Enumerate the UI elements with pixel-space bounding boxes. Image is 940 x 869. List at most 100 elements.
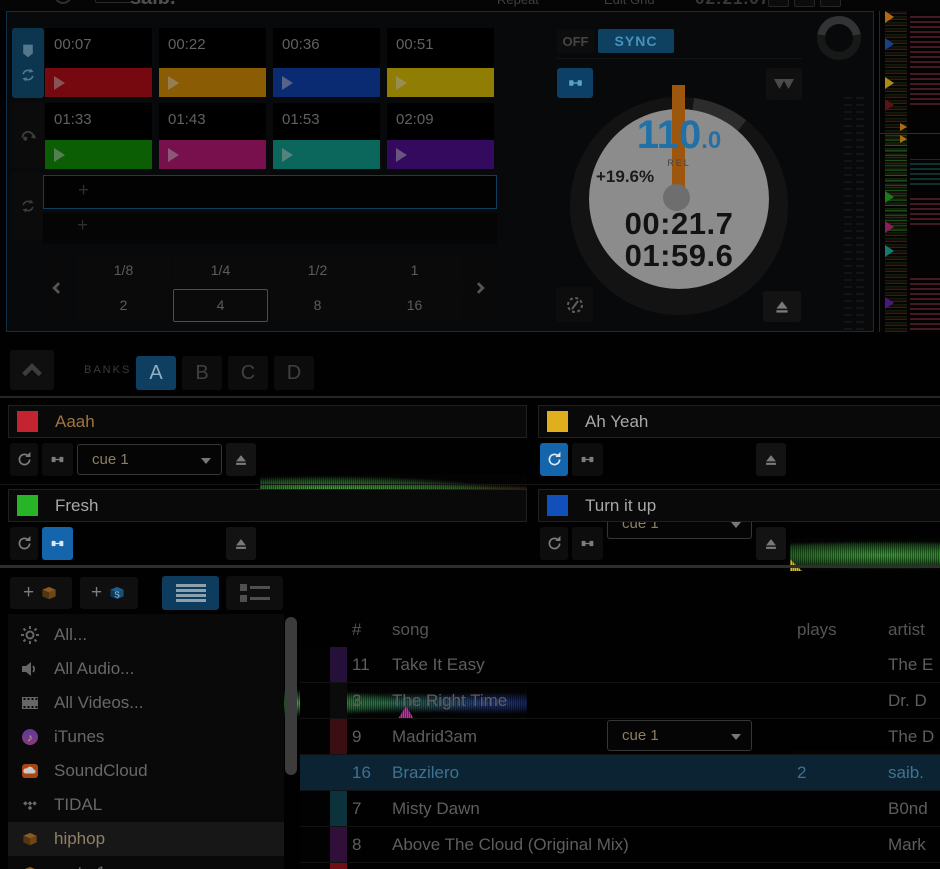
repeat-button[interactable]: Repeat: [497, 0, 539, 7]
bank-b-button[interactable]: B: [182, 356, 222, 390]
loop-size-4[interactable]: 4: [173, 289, 268, 322]
cue-pad-6[interactable]: 01:43: [159, 103, 266, 169]
cue-color-bar[interactable]: [273, 140, 380, 169]
loop-size-1[interactable]: 1: [367, 254, 462, 287]
column-header-plays[interactable]: plays: [797, 620, 837, 640]
link-icon: [49, 537, 66, 550]
cue-time: 00:22: [159, 28, 266, 53]
loop-size-next-button[interactable]: [468, 253, 491, 322]
grid-shift-button[interactable]: [820, 0, 841, 7]
cue-color-bar[interactable]: [45, 140, 152, 169]
add-crate-button[interactable]: +: [10, 577, 72, 609]
sample-eject-button[interactable]: [756, 527, 786, 560]
sample-slot-title: Fresh: [8, 489, 527, 522]
add-loop-icon[interactable]: +: [78, 180, 89, 202]
sample-sync-button[interactable]: [572, 527, 603, 560]
sidebar-item-all-audio[interactable]: All Audio...: [8, 652, 284, 686]
cue-pad-1[interactable]: 00:07: [45, 28, 152, 97]
cue-pad-5[interactable]: 01:33: [45, 103, 152, 169]
cue-pad-3[interactable]: 00:36: [273, 28, 380, 97]
track-num: 3: [352, 691, 361, 711]
sidebar-item-all[interactable]: All...: [8, 618, 284, 652]
table-row[interactable]: 11 Take It Easy The E: [300, 647, 940, 683]
time-elapsed: 00:21.7: [589, 206, 769, 242]
bpm-decimal: .0: [701, 127, 721, 154]
cue-marker: [885, 245, 894, 257]
cue-color-bar[interactable]: [387, 68, 494, 97]
view-detail-button[interactable]: [226, 576, 283, 610]
sample-repeat-button[interactable]: [10, 527, 38, 560]
sample-repeat-button[interactable]: [540, 443, 568, 476]
sidebar-item-crate-1[interactable]: crate 1: [8, 856, 284, 869]
sync-off-button[interactable]: OFF: [557, 29, 594, 53]
banks-label: BANKS: [84, 364, 131, 376]
cue-color-bar[interactable]: [45, 68, 152, 97]
column-header-artist[interactable]: artist: [888, 620, 925, 640]
edit-grid-button[interactable]: Edit Grid: [604, 0, 655, 7]
bank-c-button[interactable]: C: [228, 356, 268, 390]
loop-size-2[interactable]: 2: [76, 289, 171, 322]
vinyl-mode-button[interactable]: [556, 287, 593, 322]
tab-saved-loops[interactable]: [12, 102, 44, 168]
sample-repeat-button[interactable]: [540, 527, 568, 560]
sample-cue-select[interactable]: cue 1: [77, 444, 222, 475]
view-list-button[interactable]: [162, 576, 219, 610]
sidebar-item-all-videos[interactable]: All Videos...: [8, 686, 284, 720]
cue-pad-2[interactable]: 00:22: [159, 28, 266, 97]
cue-marker: [885, 191, 894, 203]
collapse-deck-button[interactable]: [766, 68, 802, 100]
sidebar-item-soundcloud[interactable]: SoundCloud: [8, 754, 284, 788]
column-header-song[interactable]: song: [392, 620, 429, 640]
loop-size-prev-button[interactable]: [45, 253, 68, 322]
collapse-sampler-button[interactable]: [10, 350, 54, 390]
pitch-slider-track[interactable]: [856, 92, 864, 330]
loop-size-1-4[interactable]: 1/4: [173, 254, 268, 287]
table-row[interactable]: [300, 863, 940, 869]
add-smart-crate-button[interactable]: + S: [80, 577, 138, 609]
sidebar-scrollbar[interactable]: [285, 617, 297, 775]
loop-size-1-8[interactable]: 1/8: [76, 254, 171, 287]
sample-sync-button[interactable]: [572, 443, 603, 476]
add-loop-icon[interactable]: +: [77, 215, 88, 237]
sample-sync-button[interactable]: [42, 527, 73, 560]
cue-color-bar[interactable]: [273, 68, 380, 97]
sample-eject-button[interactable]: [756, 443, 786, 476]
sync-button[interactable]: SYNC: [598, 29, 674, 53]
column-header-num[interactable]: #: [352, 620, 361, 640]
quantize-button[interactable]: [557, 68, 593, 98]
loop-slot-1[interactable]: +: [43, 175, 497, 209]
loop-slot-2[interactable]: +: [43, 213, 497, 244]
loop-size-8[interactable]: 8: [270, 289, 365, 322]
sample-repeat-button[interactable]: [10, 443, 38, 476]
sample-eject-button[interactable]: [226, 527, 256, 560]
cue-color-bar[interactable]: [159, 68, 266, 97]
table-row[interactable]: 3 The Right Time Dr. D: [300, 683, 940, 719]
cue-pad-4[interactable]: 00:51: [387, 28, 494, 97]
cue-pad-8[interactable]: 02:09: [387, 103, 494, 169]
sidebar-item-itunes[interactable]: ♪ iTunes: [8, 720, 284, 754]
eject-button[interactable]: [763, 291, 801, 322]
table-row-selected[interactable]: 16 Brazilero 2 saib.: [300, 755, 940, 791]
tab-hot-cues[interactable]: [12, 28, 44, 98]
pitch-slider-track[interactable]: [844, 92, 852, 330]
sidebar-item-hiphop[interactable]: hiphop: [8, 822, 284, 856]
cue-color-bar[interactable]: [159, 140, 266, 169]
grid-adjust-button[interactable]: [768, 0, 789, 7]
cue-pad-7[interactable]: 01:53: [273, 103, 380, 169]
loop-size-1-2[interactable]: 1/2: [270, 254, 365, 287]
sample-eject-button[interactable]: [226, 443, 256, 476]
filter-knob[interactable]: [817, 16, 861, 60]
tab-auto-loop[interactable]: [12, 172, 44, 240]
cue-color-bar[interactable]: [387, 140, 494, 169]
table-row[interactable]: 9 Madrid3am The D: [300, 719, 940, 755]
sample-sync-button[interactable]: [42, 443, 73, 476]
bank-d-button[interactable]: D: [274, 356, 314, 390]
table-row[interactable]: 8 Above The Cloud (Original Mix) Mark: [300, 827, 940, 863]
key-lock-icon[interactable]: [54, 0, 72, 4]
bank-a-button[interactable]: A: [136, 356, 176, 390]
sidebar-item-tidal[interactable]: TIDAL: [8, 788, 284, 822]
loop-size-16[interactable]: 16: [367, 289, 462, 322]
grid-slip-button[interactable]: [794, 0, 815, 7]
track-overview-strip[interactable]: [879, 11, 940, 332]
table-row[interactable]: 7 Misty Dawn B0nd: [300, 791, 940, 827]
